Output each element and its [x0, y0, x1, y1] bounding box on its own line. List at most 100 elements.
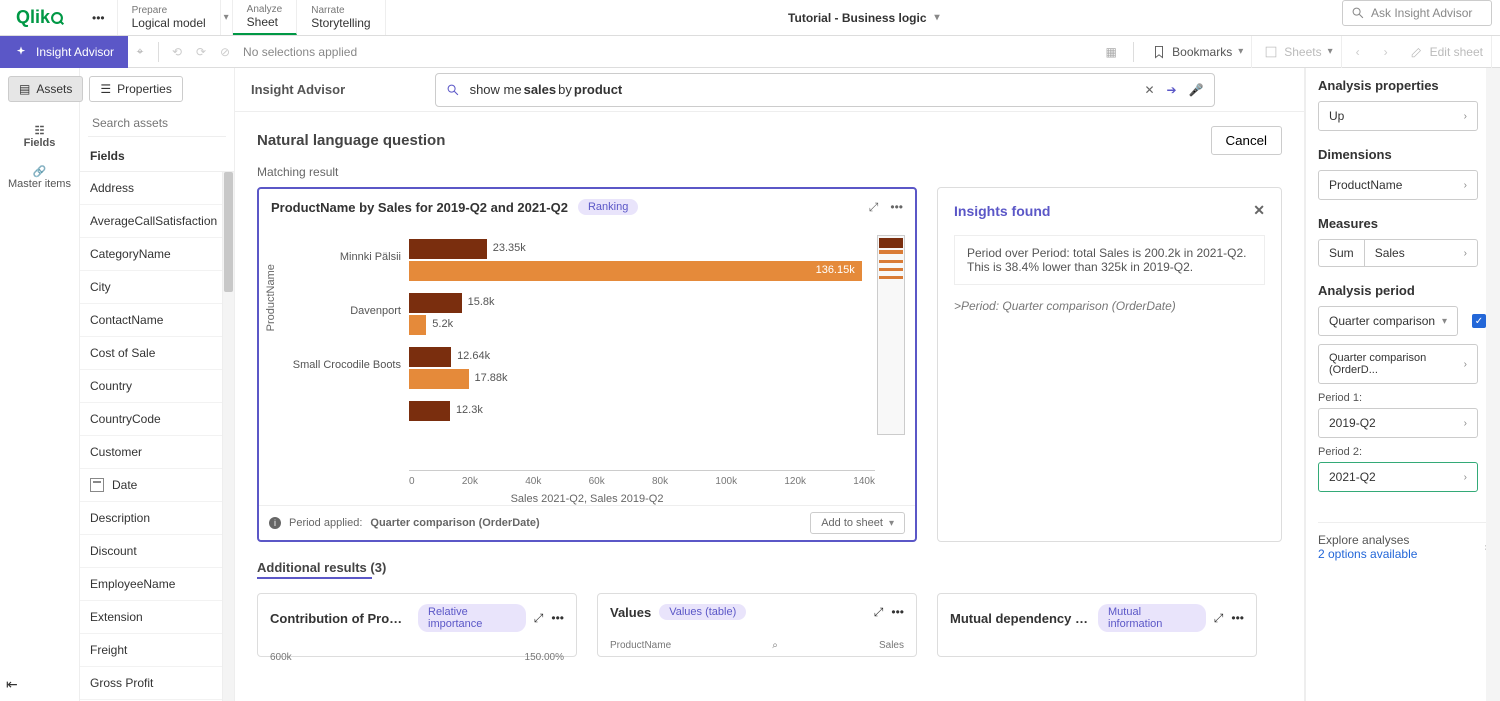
y-axis-label: ProductName: [265, 264, 277, 331]
field-item[interactable]: Extension: [80, 601, 222, 634]
nav-narrate[interactable]: Narrate Storytelling: [297, 0, 385, 35]
chart-area[interactable]: ProductName Minnki Pälsii23.35k136.15kDa…: [259, 225, 915, 505]
close-insights-icon[interactable]: ✕: [1253, 202, 1265, 219]
expand-icon[interactable]: ⤢: [869, 200, 879, 215]
expand-icon[interactable]: ⤢: [1214, 611, 1224, 626]
prev-sheet-icon[interactable]: ‹: [1346, 40, 1370, 64]
period-check-icon[interactable]: ✓: [1472, 314, 1486, 328]
clear-search-icon[interactable]: ✕: [1144, 83, 1154, 97]
ask-insight-input[interactable]: Ask Insight Advisor: [1342, 0, 1492, 26]
edit-sheet-button[interactable]: Edit sheet: [1402, 36, 1492, 68]
field-item[interactable]: Date: [80, 469, 222, 502]
field-item[interactable]: Discount: [80, 535, 222, 568]
nav-prepare[interactable]: Prepare Logical model: [118, 0, 221, 35]
properties-tab[interactable]: ☰ Properties: [89, 76, 182, 102]
field-item[interactable]: Country: [80, 370, 222, 403]
sheets-button[interactable]: Sheets▾: [1256, 36, 1341, 68]
search-icon: [446, 83, 460, 97]
card-menu-icon[interactable]: •••: [891, 605, 904, 619]
center-header: Insight Advisor show me sales by product…: [235, 68, 1304, 112]
nl-search-input[interactable]: show me sales by product ✕ ➔ 🎤: [435, 73, 1215, 107]
mini-card-mutual[interactable]: Mutual dependency bet... Mutual informat…: [937, 593, 1257, 657]
mini-card-contribution[interactable]: Contribution of Product... Relative impo…: [257, 593, 577, 657]
chart-minimap[interactable]: [877, 235, 905, 435]
card-menu-icon[interactable]: •••: [551, 611, 564, 625]
mini-card-values[interactable]: Values Values (table) ⤢ ••• ProductName …: [597, 593, 917, 657]
period-detail-select[interactable]: Quarter comparison (OrderD...›: [1318, 344, 1478, 384]
mic-icon[interactable]: 🎤: [1189, 83, 1204, 97]
bar[interactable]: [409, 315, 426, 335]
grid-icon[interactable]: ▦: [1099, 40, 1123, 64]
analysis-period-heading: Analysis period: [1318, 283, 1500, 298]
search-assets-input[interactable]: [88, 110, 226, 137]
left-rail: ▤ Assets ☰ Properties ☷ Fields 🔗 Master …: [0, 68, 80, 701]
prepare-chevron[interactable]: ▾: [221, 0, 233, 35]
bar[interactable]: [409, 369, 469, 389]
field-item[interactable]: CountryCode: [80, 403, 222, 436]
bar[interactable]: [409, 261, 862, 281]
bar[interactable]: [409, 239, 487, 259]
table-search-icon[interactable]: ⌕: [772, 640, 778, 651]
expand-icon[interactable]: ⤢: [534, 611, 544, 626]
bar-value-label: 17.88k: [475, 372, 508, 384]
nav-analyze[interactable]: Analyze Sheet: [233, 0, 298, 35]
right-scrollbar[interactable]: [1486, 68, 1500, 701]
period1-select[interactable]: 2019-Q2›: [1318, 408, 1478, 438]
sheet-icon: [1264, 45, 1278, 59]
submit-search-icon[interactable]: ➔: [1167, 83, 1177, 97]
bar[interactable]: [409, 347, 451, 367]
dimensions-heading: Dimensions: [1318, 147, 1500, 162]
field-item[interactable]: CategoryName: [80, 238, 222, 271]
collapse-rail-icon[interactable]: ⇤: [6, 676, 18, 693]
chart-title: ProductName by Sales for 2019-Q2 and 202…: [271, 200, 568, 215]
period-applied-label: Period applied:: [289, 517, 362, 529]
step-back-icon[interactable]: ⟲: [165, 40, 189, 64]
card-menu-icon[interactable]: •••: [1231, 611, 1244, 625]
measure-select[interactable]: Sum Sales›: [1318, 239, 1478, 267]
analysis-properties-panel: Analysis properties Up› Dimensions Produ…: [1305, 68, 1500, 701]
pencil-icon: [1410, 45, 1424, 59]
insight-advisor-button[interactable]: Insight Advisor: [0, 36, 128, 68]
explore-analyses[interactable]: Explore analyses 2 options available ›: [1318, 522, 1488, 561]
no-selections-text: No selections applied: [237, 45, 357, 59]
category-label: Davenport: [271, 305, 401, 317]
cancel-button[interactable]: Cancel: [1211, 126, 1283, 155]
field-item[interactable]: Freight: [80, 634, 222, 667]
insights-title: Insights found: [954, 203, 1050, 219]
options-link[interactable]: 2 options available: [1318, 547, 1417, 561]
app-title[interactable]: Tutorial - Business logic▾: [386, 0, 1342, 35]
step-fwd-icon[interactable]: ⟳: [189, 40, 213, 64]
sparkle-icon: [14, 45, 28, 59]
field-item[interactable]: ContactName: [80, 304, 222, 337]
field-item[interactable]: Cost of Sale: [80, 337, 222, 370]
field-item[interactable]: Description: [80, 502, 222, 535]
bar[interactable]: [409, 401, 450, 421]
card-menu-icon[interactable]: •••: [890, 200, 903, 215]
field-item[interactable]: Gross Profit: [80, 667, 222, 700]
matching-result-label: Matching result: [257, 165, 1282, 179]
clear-sel-icon[interactable]: ⊘: [213, 40, 237, 64]
field-item[interactable]: AverageCallSatisfaction: [80, 205, 222, 238]
period-type-select[interactable]: Quarter comparison▾: [1318, 306, 1458, 336]
field-item[interactable]: City: [80, 271, 222, 304]
rail-master-items[interactable]: 🔗 Master items: [0, 157, 79, 198]
period2-select[interactable]: 2021-Q2›: [1318, 462, 1478, 492]
next-sheet-icon[interactable]: ›: [1374, 40, 1398, 64]
field-item[interactable]: Address: [80, 172, 222, 205]
app-menu-button[interactable]: •••: [80, 0, 118, 35]
field-item[interactable]: Customer: [80, 436, 222, 469]
add-to-sheet-button[interactable]: Add to sheet▾: [810, 512, 905, 534]
nlq-heading: Natural language question: [257, 132, 445, 149]
assets-tab[interactable]: ▤ Assets: [8, 76, 83, 102]
sort-direction-select[interactable]: Up›: [1318, 101, 1478, 131]
fields-scrollbar[interactable]: [222, 172, 234, 701]
rail-fields[interactable]: ☷ Fields: [0, 116, 79, 157]
smart-search-icon[interactable]: ⌖: [128, 40, 152, 64]
category-label: Minnki Pälsii: [271, 251, 401, 263]
expand-icon[interactable]: ⤢: [874, 605, 884, 620]
bar[interactable]: [409, 293, 462, 313]
field-item[interactable]: EmployeeName: [80, 568, 222, 601]
dimension-select[interactable]: ProductName›: [1318, 170, 1478, 200]
period2-label: Period 2:: [1318, 446, 1500, 458]
bookmarks-button[interactable]: Bookmarks▾: [1144, 36, 1252, 68]
